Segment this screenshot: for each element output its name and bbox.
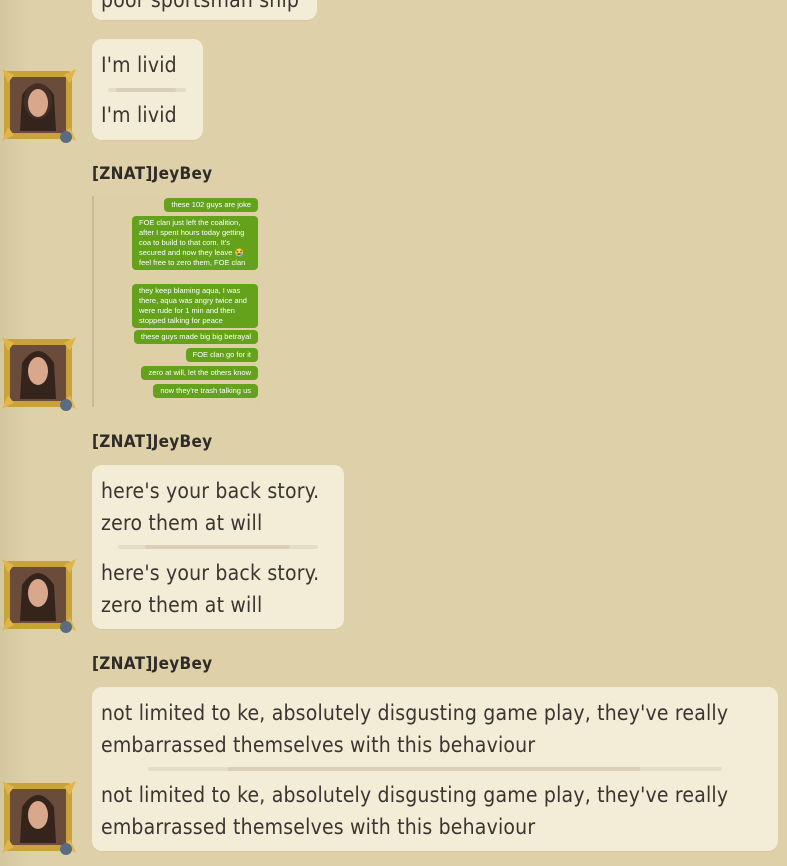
message-text: not limited to ke, absolutely disgusting… <box>101 701 729 725</box>
sms-bubble: FOE clan go for it <box>185 348 258 362</box>
sms-bubble: now they're trash talking us <box>153 384 258 398</box>
message-divider <box>118 545 318 549</box>
author-name[interactable]: [ZNAT]JeyBey <box>92 654 212 674</box>
message-text: not limited to ke, absolutely disgusting… <box>101 783 729 807</box>
message-text: zero them at will <box>101 593 263 617</box>
message-bubble: here's your back story. zero them at wil… <box>92 465 344 629</box>
user-avatar[interactable] <box>0 65 78 145</box>
message-bubble: I'm livid I'm livid <box>92 39 203 140</box>
sms-bubble: these 102 guys are joke <box>164 198 258 212</box>
message-bubble: not limited to ke, absolutely disgusting… <box>92 687 778 851</box>
sms-bubble: FOE clan just left the coalition, after … <box>132 216 258 270</box>
message-text: I'm livid <box>101 103 177 127</box>
message-text: zero them at will <box>101 511 263 535</box>
message-text: here's your back story. <box>101 561 320 585</box>
sms-bubble: these guys made big big betrayal <box>133 330 258 344</box>
message-divider <box>148 767 722 771</box>
message-divider <box>108 88 186 92</box>
user-avatar[interactable] <box>0 555 78 635</box>
message-bubble: poor sportsman ship <box>92 0 317 20</box>
message-text: embarrassed themselves with this behavio… <box>101 733 536 757</box>
user-avatar[interactable] <box>0 333 78 413</box>
sms-bubble: zero at will, let the others know <box>141 366 258 380</box>
author-name[interactable]: [ZNAT]JeyBey <box>92 164 212 184</box>
message-text: poor sportsman ship <box>101 0 300 12</box>
author-name[interactable]: [ZNAT]JeyBey <box>92 432 212 452</box>
chat-screenshot-image[interactable]: these 102 guys are joke FOE clan just le… <box>92 196 260 407</box>
message-text: here's your back story. <box>101 479 320 503</box>
user-avatar[interactable] <box>0 777 78 857</box>
message-text: I'm livid <box>101 53 177 77</box>
message-text: embarrassed themselves with this behavio… <box>101 815 536 839</box>
sms-bubble: they keep blaming aqua, I was there, aqu… <box>132 284 258 328</box>
